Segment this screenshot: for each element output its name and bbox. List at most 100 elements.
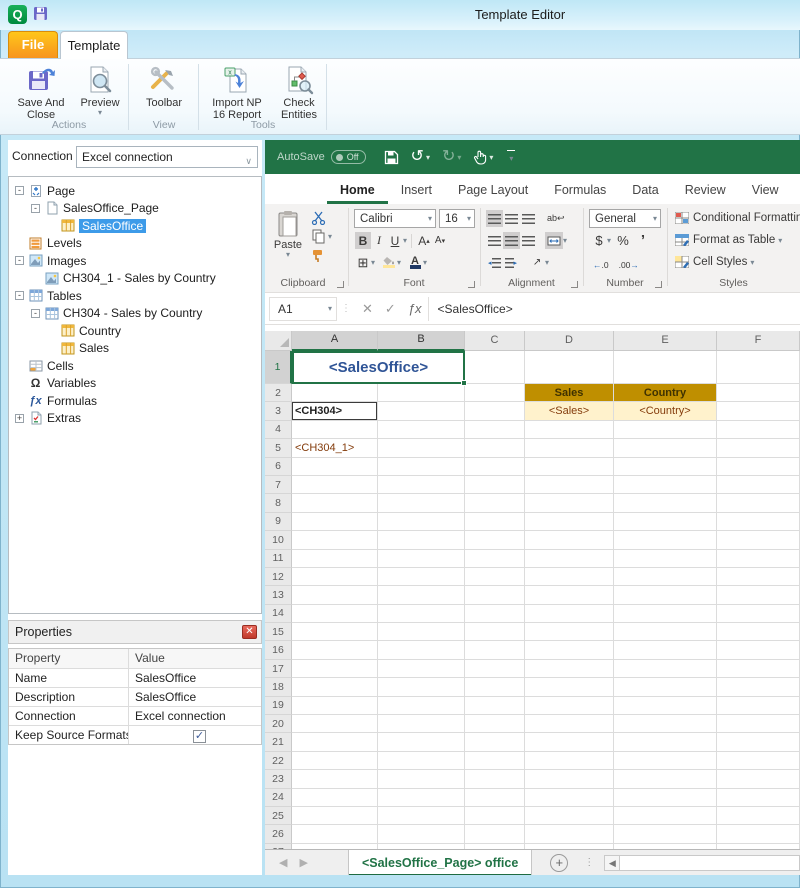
customize-toolbar-button[interactable]: ▾	[505, 150, 517, 164]
cell-d9[interactable]	[525, 513, 614, 531]
cell-c14[interactable]	[465, 605, 525, 623]
cell-d12[interactable]	[525, 568, 614, 586]
sheet-bar-grip[interactable]: ⋮	[584, 861, 594, 865]
cell-b20[interactable]	[378, 715, 465, 733]
collapse-icon[interactable]: -	[31, 309, 40, 318]
cell-b26[interactable]	[378, 825, 465, 843]
row-header-22[interactable]: 22	[265, 752, 292, 770]
tree-item-cells[interactable]: Cells	[9, 357, 261, 375]
row-header-24[interactable]: 24	[265, 789, 292, 807]
cell-a26[interactable]	[292, 825, 378, 843]
font-name-combo[interactable]: Calibri ▾	[354, 209, 436, 228]
cell-a12[interactable]	[292, 568, 378, 586]
cell-a5[interactable]: <CH304_1>	[292, 439, 378, 457]
cell-c9[interactable]	[465, 513, 525, 531]
autosave-toggle[interactable]: Off	[331, 150, 366, 164]
cell-f13[interactable]	[717, 586, 800, 604]
cell-c13[interactable]	[465, 586, 525, 604]
cell-b8[interactable]	[378, 494, 465, 512]
cell-a4[interactable]	[292, 421, 378, 439]
cell-a2[interactable]	[292, 384, 378, 402]
orientation-button[interactable]: ↗	[529, 254, 545, 271]
row-header-7[interactable]: 7	[265, 476, 292, 494]
row-header-17[interactable]: 17	[265, 660, 292, 678]
import-np16-button[interactable]: x Import NP 16 Report	[206, 63, 268, 121]
tree-item-page[interactable]: -Page	[9, 182, 261, 200]
cell-d14[interactable]	[525, 605, 614, 623]
cell-d3[interactable]: <Sales>	[525, 402, 614, 420]
cell-e8[interactable]	[614, 494, 717, 512]
fill-handle[interactable]	[461, 380, 467, 386]
collapse-icon[interactable]: -	[15, 186, 24, 195]
cell-e25[interactable]	[614, 807, 717, 825]
touch-mode-button[interactable]: ▾	[473, 150, 493, 165]
row-header-6[interactable]: 6	[265, 458, 292, 476]
cell-a22[interactable]	[292, 752, 378, 770]
row-header-16[interactable]: 16	[265, 641, 292, 659]
cell-e4[interactable]	[614, 421, 717, 439]
cell-e12[interactable]	[614, 568, 717, 586]
cell-e26[interactable]	[614, 825, 717, 843]
checkbox-checked-icon[interactable]: ✓	[193, 730, 206, 743]
increase-indent-button[interactable]: ▸	[503, 254, 520, 271]
merge-center-button[interactable]	[545, 232, 563, 249]
excel-tab-view[interactable]: View	[739, 177, 792, 204]
cell-b12[interactable]	[378, 568, 465, 586]
cell-b15[interactable]	[378, 623, 465, 641]
cell-a21[interactable]	[292, 733, 378, 751]
cell-a17[interactable]	[292, 660, 378, 678]
font-size-combo[interactable]: 16 ▾	[439, 209, 475, 228]
cell-c20[interactable]	[465, 715, 525, 733]
cell-e21[interactable]	[614, 733, 717, 751]
font-color-button[interactable]: A	[407, 254, 423, 271]
cell-b19[interactable]	[378, 697, 465, 715]
row-header-10[interactable]: 10	[265, 531, 292, 549]
excel-tab-review[interactable]: Review	[672, 177, 739, 204]
cell-f16[interactable]	[717, 641, 800, 659]
new-sheet-button[interactable]: +	[550, 854, 568, 872]
cell-a16[interactable]	[292, 641, 378, 659]
column-header-d[interactable]: D	[525, 331, 614, 351]
cell-c1[interactable]	[465, 351, 525, 384]
cell-e3[interactable]: <Country>	[614, 402, 717, 420]
cell-c4[interactable]	[465, 421, 525, 439]
collapse-icon[interactable]: -	[15, 291, 24, 300]
cell-d4[interactable]	[525, 421, 614, 439]
cell-a10[interactable]	[292, 531, 378, 549]
row-header-11[interactable]: 11	[265, 550, 292, 568]
row-header-3[interactable]: 3	[265, 402, 292, 420]
cell-d6[interactable]	[525, 458, 614, 476]
cell-b7[interactable]	[378, 476, 465, 494]
enter-icon[interactable]: ✓	[379, 301, 402, 317]
decrease-indent-button[interactable]: ◂	[486, 254, 503, 271]
cell-a1-merged[interactable]: <SalesOffice>	[292, 351, 465, 384]
row-header-1[interactable]: 1	[265, 351, 292, 384]
middle-align-button[interactable]	[503, 210, 520, 227]
horizontal-scrollbar[interactable]: ◀	[604, 854, 800, 872]
cell-b22[interactable]	[378, 752, 465, 770]
percent-style-button[interactable]: %	[615, 232, 631, 249]
increase-decimal-button[interactable]: ←.0	[591, 256, 611, 273]
cell-f7[interactable]	[717, 476, 800, 494]
preview-button[interactable]: Preview ▾	[76, 63, 124, 116]
cell-e23[interactable]	[614, 770, 717, 788]
excel-tab-insert[interactable]: Insert	[388, 177, 445, 204]
cell-d17[interactable]	[525, 660, 614, 678]
collapse-icon[interactable]: -	[31, 204, 40, 213]
cell-a8[interactable]	[292, 494, 378, 512]
cell-b10[interactable]	[378, 531, 465, 549]
row-header-20[interactable]: 20	[265, 715, 292, 733]
row-header-9[interactable]: 9	[265, 513, 292, 531]
cut-button[interactable]	[311, 211, 326, 225]
cell-b17[interactable]	[378, 660, 465, 678]
cell-d24[interactable]	[525, 789, 614, 807]
cell-a18[interactable]	[292, 678, 378, 696]
save-and-close-button[interactable]: Save And Close	[10, 63, 72, 121]
cell-c24[interactable]	[465, 789, 525, 807]
number-format-combo[interactable]: General ▾	[589, 209, 661, 228]
cell-f11[interactable]	[717, 550, 800, 568]
cell-b18[interactable]	[378, 678, 465, 696]
cell-d22[interactable]	[525, 752, 614, 770]
fill-color-button[interactable]	[381, 254, 397, 271]
cell-e11[interactable]	[614, 550, 717, 568]
